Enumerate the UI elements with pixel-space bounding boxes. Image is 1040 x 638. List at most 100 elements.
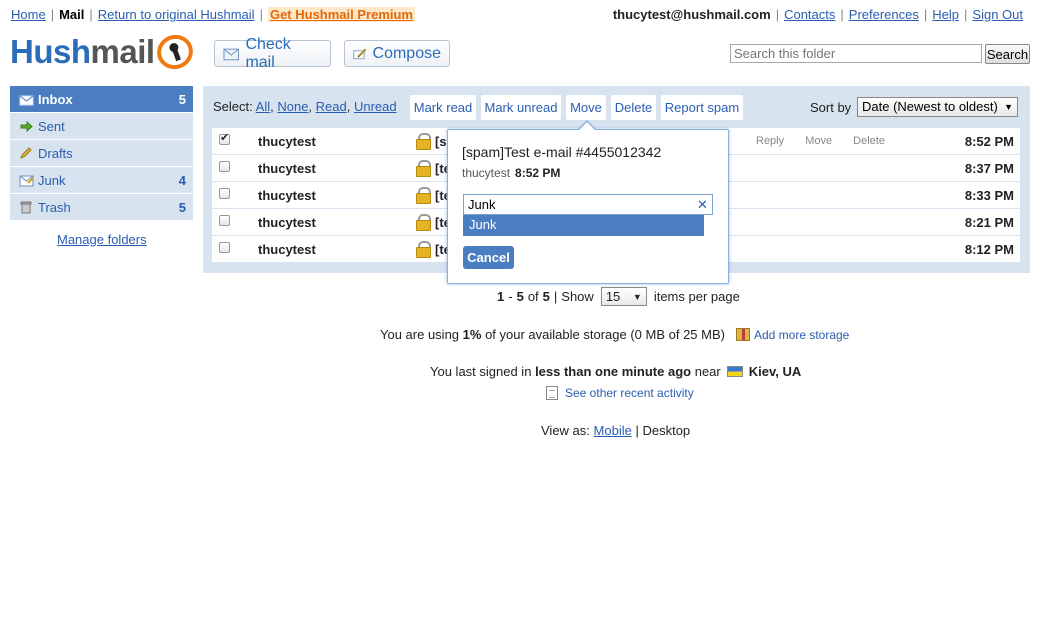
- sidebar-item-drafts[interactable]: Drafts: [10, 140, 193, 166]
- check-mail-label: Check mail: [245, 35, 291, 71]
- delete-button[interactable]: Delete: [611, 95, 656, 120]
- folder-suggestion-junk[interactable]: Junk: [463, 215, 704, 236]
- compose-button[interactable]: Compose: [344, 40, 450, 67]
- folder-count: 4: [178, 172, 186, 188]
- select-read-link[interactable]: Read: [316, 99, 347, 114]
- manage-folders-link[interactable]: Manage folders: [57, 232, 147, 247]
- move-folder-input[interactable]: [463, 194, 713, 215]
- separator: |: [923, 7, 928, 22]
- recent-activity-link[interactable]: See other recent activity: [565, 386, 694, 400]
- user-email: thucytest@hushmail.com: [612, 7, 771, 22]
- pager-total: 5: [542, 289, 550, 304]
- separator: |: [89, 7, 93, 22]
- separator: |: [635, 423, 639, 438]
- sign-out-link[interactable]: Sign Out: [972, 7, 1023, 22]
- preferences-link[interactable]: Preferences: [849, 7, 919, 22]
- view-as-label: View as:: [541, 423, 590, 438]
- select-controls: Select: All, None, Read, Unread: [213, 99, 397, 114]
- sidebar-item-inbox[interactable]: Inbox 5: [10, 86, 193, 112]
- signin-when: less than one minute ago: [535, 364, 692, 379]
- return-original-link[interactable]: Return to original Hushmail: [98, 7, 255, 22]
- sidebar-item-sent[interactable]: Sent: [10, 113, 193, 139]
- popup-sender: thucytest: [462, 166, 511, 180]
- pager-end: 5: [516, 289, 524, 304]
- mail-nav-current: Mail: [59, 7, 85, 22]
- lock-icon: [416, 160, 431, 177]
- storage-prefix: You are using: [380, 327, 460, 342]
- check-mail-button[interactable]: Check mail: [214, 36, 331, 71]
- separator: |: [840, 7, 844, 22]
- row-checkbox[interactable]: [219, 215, 230, 226]
- sort-label: Sort by: [810, 100, 852, 115]
- report-spam-button[interactable]: Report spam: [661, 95, 743, 120]
- logo-text-mail: mail: [90, 33, 156, 70]
- sort-value: Date (Newest to oldest): [862, 99, 998, 114]
- per-page-select[interactable]: 15 ▼: [600, 287, 647, 306]
- move-action[interactable]: Move: [805, 135, 832, 147]
- gift-icon: [735, 328, 750, 341]
- help-link[interactable]: Help: [932, 7, 959, 22]
- clear-icon[interactable]: ✕: [697, 197, 708, 213]
- home-link[interactable]: Home: [11, 7, 46, 22]
- pager-start: 1: [497, 289, 505, 304]
- contacts-link[interactable]: Contacts: [784, 7, 835, 22]
- folder-count: 5: [178, 199, 186, 215]
- message-sender: thucytest: [258, 188, 316, 203]
- sidebar-item-junk[interactable]: Junk 4: [10, 167, 193, 193]
- logo-text-hush: Hush: [10, 33, 91, 70]
- keyhole-logo-icon: [151, 29, 198, 75]
- add-storage-link[interactable]: Add more storage: [754, 328, 849, 342]
- message-subject[interactable]: [s: [435, 134, 447, 149]
- signin-info: You last signed in less than one minute …: [430, 364, 801, 379]
- sort-select[interactable]: Date (Newest to oldest) ▼: [857, 97, 1018, 117]
- user-nav: thucytest@hushmail.com | Contacts | Preferen…: [613, 7, 1023, 22]
- folder-name: Drafts: [38, 145, 73, 161]
- delete-action[interactable]: Delete: [853, 135, 885, 147]
- top-nav: Home | Mail | Return to original Hushmail | Ge…: [11, 7, 415, 22]
- hushmail-logo[interactable]: Hush mail: [10, 29, 198, 75]
- message-time: 8:12 PM: [964, 242, 1014, 257]
- cancel-button[interactable]: Cancel: [463, 246, 514, 269]
- row-checkbox[interactable]: [219, 242, 230, 253]
- separator: |: [259, 7, 263, 22]
- folder-name: Trash: [38, 199, 71, 215]
- sidebar-item-trash[interactable]: Trash 5: [10, 194, 193, 220]
- search-button[interactable]: Search: [985, 44, 1030, 64]
- lock-icon: [416, 187, 431, 204]
- activity-row: See other recent activity: [546, 386, 694, 400]
- popup-subject: [spam]Test e-mail #4455012342: [462, 144, 662, 160]
- separator: |: [50, 7, 55, 22]
- folder-name: Inbox: [38, 91, 73, 107]
- folder-name: Junk: [38, 172, 66, 188]
- mark-read-button[interactable]: Mark read: [410, 95, 476, 120]
- dropdown-arrow-icon: ▼: [632, 291, 642, 302]
- premium-link[interactable]: Get Hushmail Premium: [267, 7, 415, 22]
- reply-action[interactable]: Reply: [756, 135, 784, 147]
- row-checkbox[interactable]: [219, 131, 230, 145]
- message-sender: thucytest: [258, 215, 316, 230]
- row-checkbox[interactable]: [219, 161, 230, 172]
- message-time: 8:21 PM: [964, 215, 1014, 230]
- search-input[interactable]: [730, 44, 982, 63]
- lock-icon: [416, 214, 431, 231]
- pager-dash: -: [508, 289, 513, 304]
- pencil-icon: [18, 146, 34, 160]
- select-all-link[interactable]: All: [256, 99, 270, 114]
- move-button[interactable]: Move: [566, 95, 606, 120]
- message-sender: thucytest: [258, 161, 316, 176]
- mark-unread-button[interactable]: Mark unread: [481, 95, 561, 120]
- folder-name: Sent: [38, 118, 65, 134]
- signin-location: Kiev, UA: [748, 364, 802, 379]
- select-none-link[interactable]: None: [277, 99, 308, 114]
- select-label: Select:: [213, 99, 253, 114]
- mobile-view-link[interactable]: Mobile: [594, 423, 632, 438]
- storage-percent: 1%: [462, 327, 482, 342]
- message-time: 8:33 PM: [964, 188, 1014, 203]
- compose-icon: [353, 48, 367, 59]
- lock-icon: [416, 133, 431, 150]
- row-checkbox[interactable]: [219, 188, 230, 199]
- popup-time: 8:52 PM: [515, 166, 561, 180]
- row-actions: Reply Move Delete: [756, 135, 903, 147]
- select-unread-link[interactable]: Unread: [354, 99, 397, 114]
- inbox-icon: [18, 92, 34, 106]
